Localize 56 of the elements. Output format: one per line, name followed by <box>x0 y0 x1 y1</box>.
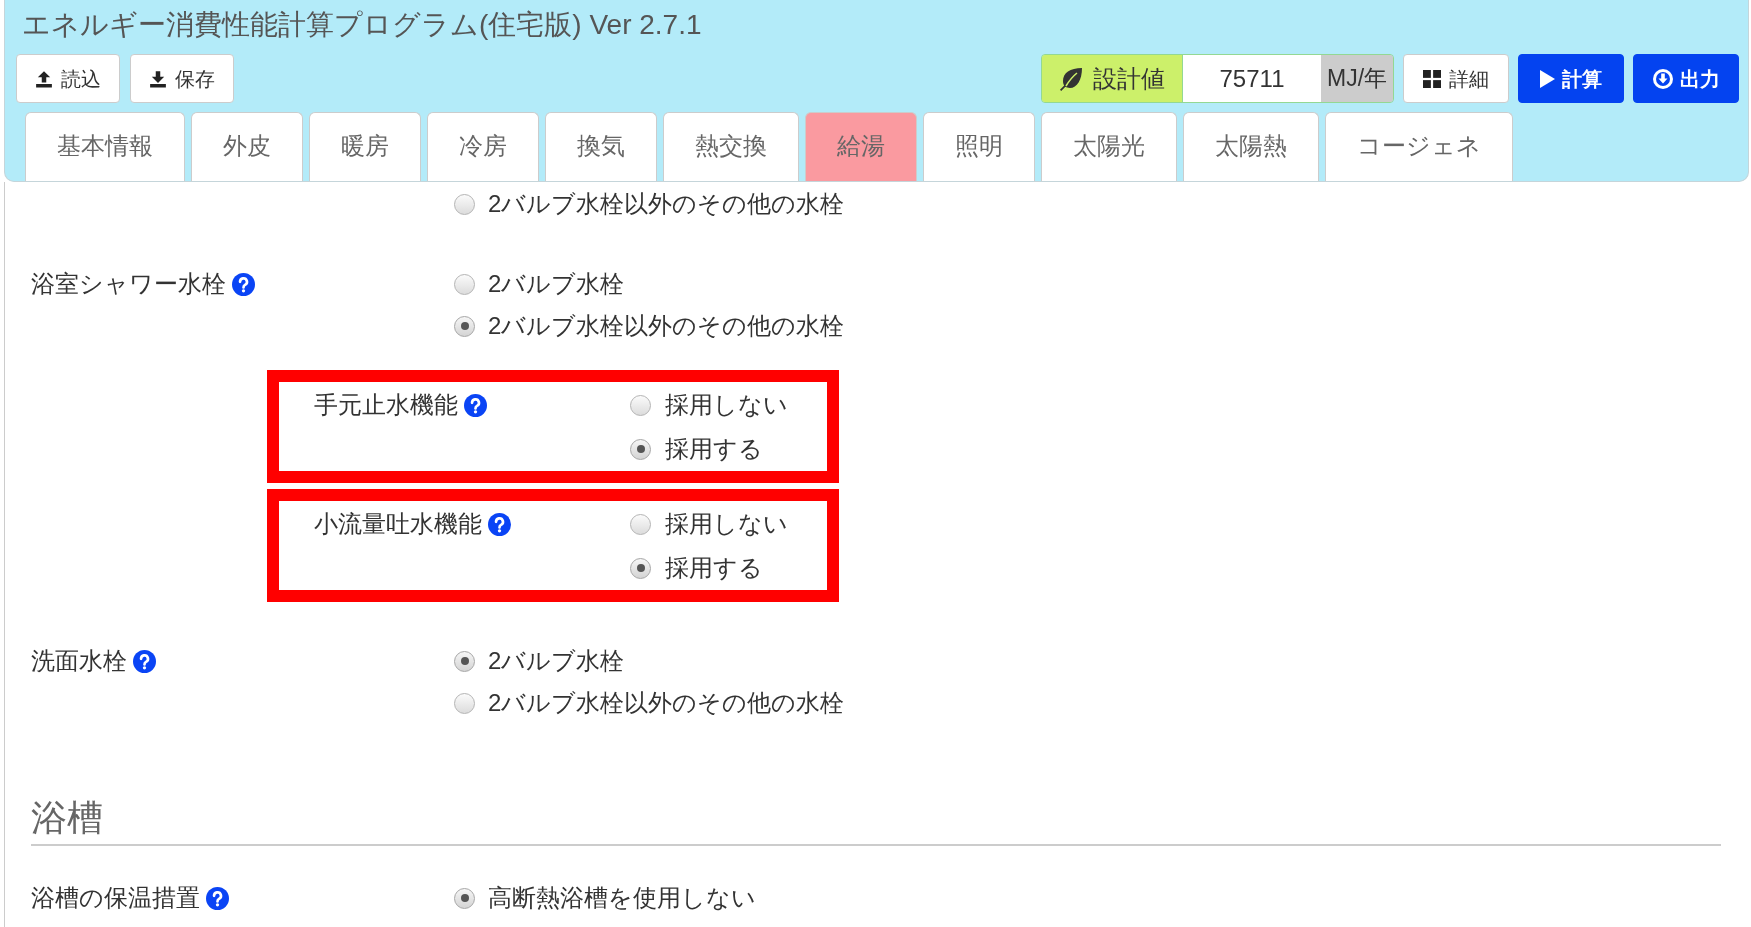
help-icon[interactable] <box>488 512 511 536</box>
upload-icon <box>35 69 53 88</box>
field-label: 手元止水機能 <box>314 392 458 418</box>
download-circle-icon <box>1652 68 1673 89</box>
option-label[interactable]: 採用しない <box>665 392 788 418</box>
field-label: 浴室シャワー水栓 <box>31 271 226 297</box>
tab[interactable]: 太陽熱 <box>1183 112 1319 181</box>
tab[interactable]: 照明 <box>923 112 1035 181</box>
radio-button[interactable] <box>454 315 475 337</box>
tab[interactable]: 換気 <box>545 112 657 181</box>
tab[interactable]: 外皮 <box>191 112 303 181</box>
toolbar-button[interactable]: 詳細 <box>1403 54 1509 103</box>
tab[interactable]: 基本情報 <box>25 112 185 181</box>
toolbar-button[interactable]: 出力 <box>1633 54 1739 103</box>
field-label: 浴槽の保温措置 <box>31 885 200 911</box>
option-label[interactable]: 2バルブ水栓以外のその他の水栓 <box>488 690 845 716</box>
radio-button[interactable] <box>630 557 651 579</box>
radio-button[interactable] <box>454 692 475 714</box>
grid-icon <box>1423 69 1441 88</box>
leaf-icon <box>1059 66 1083 91</box>
help-icon[interactable] <box>133 649 156 673</box>
download-icon <box>149 69 167 88</box>
tab[interactable]: 冷房 <box>427 112 539 181</box>
section-heading: 浴槽 <box>31 797 103 838</box>
field-label: 小流量吐水機能 <box>314 511 482 537</box>
option-label[interactable]: 2バルブ水栓以外のその他の水栓 <box>488 313 845 339</box>
file-button[interactable]: 保存 <box>130 54 234 103</box>
result-label: 設計値 <box>1093 64 1165 93</box>
radio-button[interactable] <box>454 887 475 909</box>
radio-button[interactable] <box>630 438 651 460</box>
radio-button[interactable] <box>630 513 651 535</box>
option-label[interactable]: 採用する <box>665 555 763 581</box>
tab[interactable]: コージェネ <box>1325 112 1513 181</box>
help-icon[interactable] <box>232 272 255 296</box>
option-label[interactable]: 2バルブ水栓以外のその他の水栓 <box>488 191 845 217</box>
file-button[interactable]: 読込 <box>16 54 120 103</box>
option-label[interactable]: 2バルブ水栓 <box>488 271 625 297</box>
unit-label: MJ/年 <box>1321 55 1393 102</box>
option-label[interactable]: 高断熱浴槽を使用しない <box>488 885 756 911</box>
tab[interactable]: 暖房 <box>309 112 421 181</box>
option-label[interactable]: 採用する <box>665 436 763 462</box>
radio-button[interactable] <box>454 273 475 295</box>
field-label: 洗面水栓 <box>31 648 127 674</box>
help-icon[interactable] <box>206 886 229 910</box>
radio-button[interactable] <box>454 193 475 215</box>
help-icon[interactable] <box>464 393 487 417</box>
radio-button[interactable] <box>630 394 651 416</box>
option-label[interactable]: 2バルブ水栓 <box>488 648 625 674</box>
window-title: エネルギー消費性能計算プログラム(住宅版) Ver 2.7.1 <box>22 9 702 40</box>
tab[interactable]: 太陽光 <box>1041 112 1177 181</box>
play-icon <box>1540 69 1555 88</box>
tab[interactable]: 熱交換 <box>663 112 799 181</box>
radio-button[interactable] <box>454 650 475 672</box>
result-value-field: 75711 <box>1182 55 1321 102</box>
option-label[interactable]: 採用しない <box>665 511 788 537</box>
toolbar-button[interactable]: 計算 <box>1518 54 1624 103</box>
